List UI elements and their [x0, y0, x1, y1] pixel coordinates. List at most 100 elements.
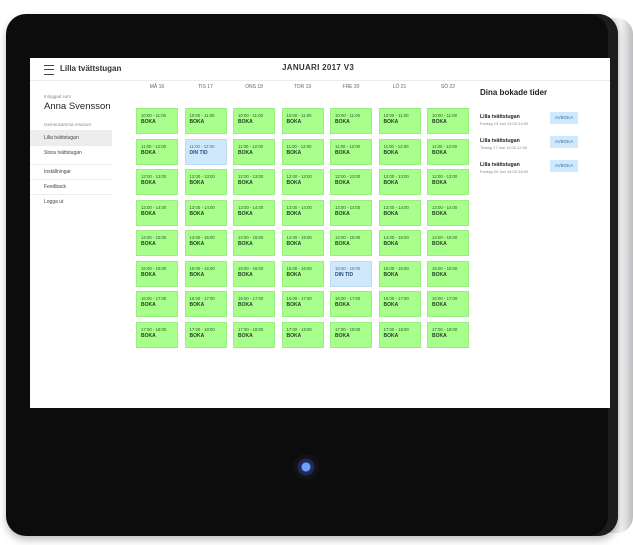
time-slot[interactable]: 10:00 - 11:00 BOKA [378, 108, 421, 134]
time-slot[interactable]: 10:00 - 11:00 BOKA [136, 108, 178, 134]
menu-icon[interactable] [44, 65, 54, 75]
time-slot[interactable]: 13:00 - 14:00 BOKA [233, 199, 275, 226]
time-slot[interactable]: 17:00 - 18:00 BOKA [233, 321, 275, 348]
time-slot[interactable]: 14:00 - 15:00 BOKA [378, 230, 421, 256]
time-slot[interactable]: 16:00 - 17:00 BOKA [378, 291, 421, 317]
time-slot[interactable]: 16:00 - 17:00 BOKA [184, 291, 227, 317]
time-slot[interactable]: 10:00 - 11:00 BOKA [233, 108, 275, 134]
time-slot[interactable]: 15:00 - 16:00 BOKA [281, 260, 324, 287]
cancel-booking-button[interactable]: AVBOKA [550, 136, 578, 148]
time-slot[interactable]: 14:00 - 15:00 BOKA [233, 230, 275, 256]
time-slot[interactable]: 17:00 - 18:00 BOKA [378, 321, 421, 348]
time-slot[interactable]: 12:00 - 13:00 BOKA [136, 169, 178, 195]
booking-name: Lilla tvättstugan [480, 162, 520, 168]
slot-label: BOKA [432, 210, 447, 217]
cancel-booking-button[interactable]: AVBOKA [550, 112, 578, 124]
time-slot[interactable]: 15:00 - 16:00 BOKA [427, 260, 469, 287]
sidebar-item-lilla-tvattstugan[interactable]: Lilla tvättstugan [30, 130, 112, 145]
time-slot[interactable]: 14:00 - 15:00 BOKA [330, 230, 372, 256]
time-slot[interactable]: 10:00 - 11:00 BOKA [330, 108, 372, 134]
sidebar-item-logga-ut[interactable]: Logga ut [30, 194, 112, 209]
slot-label: BOKA [238, 241, 253, 247]
time-slot[interactable]: 13:00 - 14:00 BOKA [330, 199, 372, 226]
slot-label: BOKA [383, 149, 399, 156]
my-booked-slot[interactable]: 11:00 - 12:00 DIN TID [184, 138, 227, 165]
time-slot[interactable]: 16:00 - 17:00 BOKA [427, 291, 469, 317]
time-slot[interactable]: 12:00 - 13:00 BOKA [184, 169, 227, 195]
slot-label: BOKA [335, 119, 350, 125]
slot-label: BOKA [286, 119, 302, 125]
time-slot[interactable]: 11:00 - 12:00 BOKA [330, 138, 372, 165]
slot-label: BOKA [189, 271, 205, 278]
time-slot[interactable]: 14:00 - 15:00 BOKA [427, 230, 469, 256]
time-slot[interactable]: 13:00 - 14:00 BOKA [281, 199, 324, 226]
time-slot[interactable]: 15:00 - 16:00 BOKA [136, 260, 178, 287]
slot-label: BOKA [432, 302, 447, 308]
logged-in-label: Inloggad som [44, 94, 72, 99]
time-slot[interactable]: 15:00 - 16:00 BOKA [378, 260, 421, 287]
day-header: LÖ 21 [392, 84, 407, 90]
time-slot[interactable]: 12:00 - 13:00 BOKA [427, 169, 469, 195]
sidebar-item-installningar[interactable]: Inställningar [30, 164, 112, 179]
slot-label: BOKA [335, 149, 350, 156]
time-slot[interactable]: 17:00 - 18:00 BOKA [136, 321, 178, 348]
slot-label: BOKA [432, 332, 447, 339]
time-slot[interactable]: 13:00 - 14:00 BOKA [136, 199, 178, 226]
time-slot[interactable]: 12:00 - 13:00 BOKA [378, 169, 421, 195]
my-booked-slot[interactable]: 15:00 - 16:00 DIN TID [330, 260, 372, 287]
time-slot[interactable]: 13:00 - 14:00 BOKA [427, 199, 469, 226]
top-bar: Lilla tvättstugan JANUARI 2017 V3 [30, 58, 610, 81]
time-slot[interactable]: 15:00 - 16:00 BOKA [184, 260, 227, 287]
time-slot[interactable]: 17:00 - 18:00 BOKA [184, 321, 227, 348]
time-slot[interactable]: 16:00 - 17:00 BOKA [233, 291, 275, 317]
time-slot[interactable]: 14:00 - 15:00 BOKA [136, 230, 178, 256]
slot-label: BOKA [432, 241, 447, 247]
time-slot[interactable]: 17:00 - 18:00 BOKA [330, 321, 372, 348]
time-slot[interactable]: 16:00 - 17:00 BOKA [281, 291, 324, 317]
slot-label: BOKA [141, 241, 156, 247]
slot-label: BOKA [383, 119, 399, 125]
sidebar-item-stora-tvattstugan[interactable]: Stora tvättstugan [30, 145, 112, 160]
time-slot[interactable]: 16:00 - 17:00 BOKA [136, 291, 178, 317]
cancel-booking-button[interactable]: AVBOKA [550, 160, 578, 172]
slot-label: BOKA [335, 180, 350, 186]
month-title: JANUARI 2017 V3 [282, 63, 355, 72]
time-slot[interactable]: 11:00 - 12:00 BOKA [136, 138, 178, 165]
day-header: SÖ 22 [440, 84, 456, 90]
slot-label: BOKA [189, 332, 205, 339]
time-slot[interactable]: 11:00 - 12:00 BOKA [281, 138, 324, 165]
sidebar-item-feedback[interactable]: Feedback [30, 179, 112, 194]
time-slot[interactable]: 11:00 - 12:00 BOKA [427, 138, 469, 165]
booking-item: Lilla tvättstugan Fredag 20 Jan 15:00-16:… [480, 160, 600, 182]
time-slot[interactable]: 15:00 - 16:00 BOKA [233, 260, 275, 287]
slot-label: BOKA [189, 302, 205, 308]
slot-label: BOKA [141, 302, 156, 308]
time-slot[interactable]: 12:00 - 13:00 BOKA [281, 169, 324, 195]
slot-label: BOKA [432, 119, 447, 125]
day-header: ONS 18 [245, 84, 263, 90]
slot-label: BOKA [383, 241, 399, 247]
time-slot[interactable]: 17:00 - 18:00 BOKA [281, 321, 324, 348]
time-slot[interactable]: 10:00 - 11:00 BOKA [184, 108, 227, 134]
time-slot[interactable]: 14:00 - 15:00 BOKA [281, 230, 324, 256]
slot-label: BOKA [238, 302, 253, 308]
time-slot[interactable]: 12:00 - 13:00 BOKA [330, 169, 372, 195]
time-slot[interactable]: 13:00 - 14:00 BOKA [378, 199, 421, 226]
time-slot[interactable]: 14:00 - 15:00 BOKA [184, 230, 227, 256]
screen: Lilla tvättstugan JANUARI 2017 V3 Inlogg… [30, 58, 610, 408]
time-slot[interactable]: 11:00 - 12:00 BOKA [233, 138, 275, 165]
booking-date: Tisdag 17 Jan 11:00-12:00 [480, 145, 528, 150]
bookings-title: Dina bokade tider [480, 88, 548, 97]
time-slot[interactable]: 11:00 - 12:00 BOKA [378, 138, 421, 165]
slot-label: BOKA [286, 271, 302, 278]
time-slot[interactable]: 10:00 - 11:00 BOKA [281, 108, 324, 134]
camera-icon [293, 454, 319, 480]
time-slot[interactable]: 13:00 - 14:00 BOKA [184, 199, 227, 226]
time-slot[interactable]: 12:00 - 13:00 BOKA [233, 169, 275, 195]
resources-label: Gemensamma resurser [44, 122, 92, 127]
time-slot[interactable]: 17:00 - 18:00 BOKA [427, 321, 469, 348]
day-header: TOR 19 [293, 84, 312, 90]
time-slot[interactable]: 10:00 - 11:00 BOKA [427, 108, 469, 134]
time-slot[interactable]: 16:00 - 17:00 BOKA [330, 291, 372, 317]
booking-item: Lilla tvättstugan Fredag 13 Jan 13:00-14:… [480, 112, 600, 134]
